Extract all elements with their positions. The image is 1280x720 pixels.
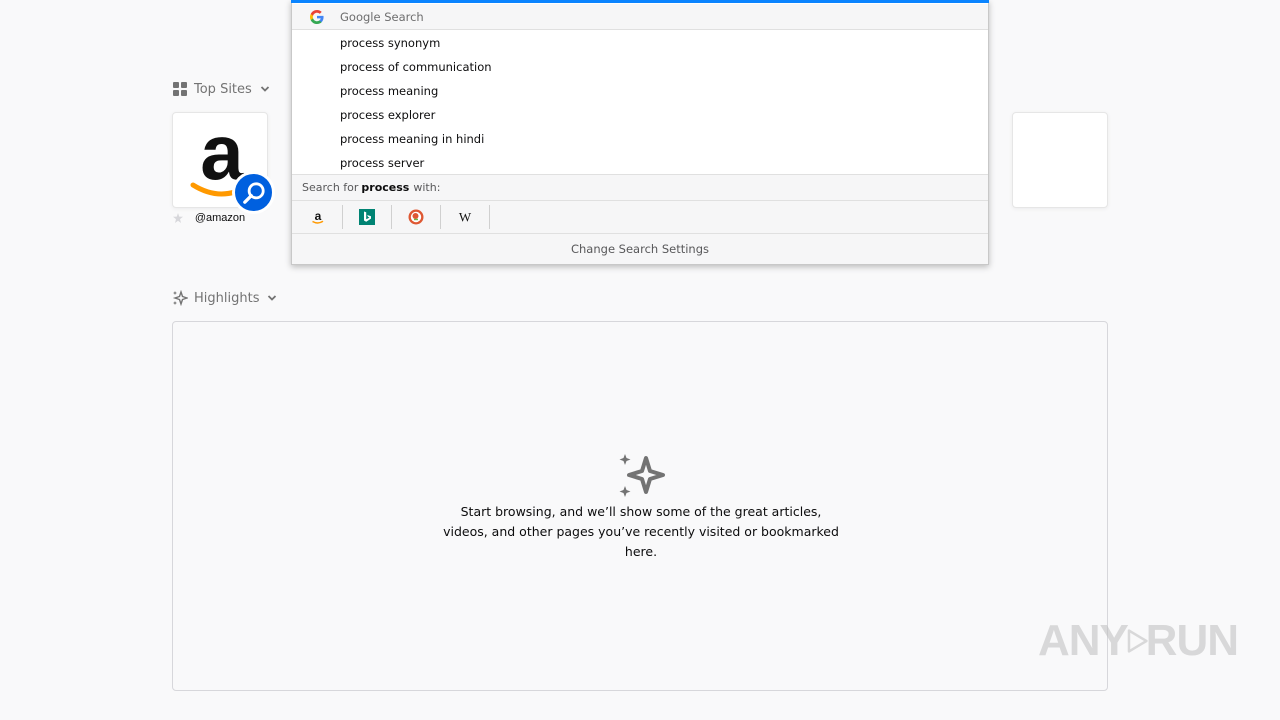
svg-text:W: W [459, 210, 472, 225]
watermark-text-right: RUN [1145, 616, 1239, 665]
svg-text:a: a [315, 209, 322, 223]
anyrun-watermark: ANY RUN [1038, 608, 1239, 674]
grid-icon [172, 81, 188, 97]
top-site-placeholder [1012, 112, 1108, 208]
google-icon [310, 10, 324, 24]
suggestions-heading-label: Google Search [340, 9, 424, 24]
suggestion-item[interactable]: process meaning [292, 79, 988, 103]
amazon-icon: a [312, 209, 324, 224]
highlights-sparkle-icon [172, 290, 188, 306]
sparkle-icon [619, 454, 665, 497]
suggestion-item[interactable]: process of communication [292, 55, 988, 79]
wikipedia-icon: W [459, 210, 472, 225]
one-off-search-engines: a W [292, 200, 988, 233]
chevron-down-icon [267, 293, 277, 303]
top-sites-header[interactable]: Top Sites [172, 81, 270, 97]
top-sites-title: Top Sites [194, 81, 252, 97]
suggestion-item[interactable]: process meaning in hindi [292, 127, 988, 151]
highlights-empty-message: Start browsing, and we’ll show some of t… [443, 504, 839, 559]
search-shortcut-badge-icon [232, 171, 275, 214]
change-search-settings-button[interactable]: Change Search Settings [292, 233, 988, 264]
engine-duckduckgo-button[interactable] [392, 205, 441, 229]
engine-wikipedia-button[interactable]: W [441, 205, 490, 229]
highlights-title: Highlights [194, 290, 260, 306]
highlights-header[interactable]: Highlights [172, 290, 277, 306]
search-for-prefix: Search for [302, 181, 359, 194]
highlights-empty-state: Start browsing, and we’ll show some of t… [172, 321, 1108, 691]
bing-icon [359, 209, 375, 225]
watermark-text-left: ANY [1038, 616, 1129, 665]
engine-bing-button[interactable] [343, 205, 392, 229]
engine-amazon-button[interactable]: a [294, 205, 343, 229]
search-for-suffix: with: [413, 181, 441, 194]
suggestion-item[interactable]: process synonym [292, 31, 988, 55]
suggestions-heading: Google Search [292, 4, 988, 30]
search-term: process [361, 181, 410, 194]
search-suggestions-dropdown: Google Search process synonym process of… [291, 0, 989, 265]
search-for-label: Search for process with: [292, 174, 988, 200]
top-site-label: @amazon [194, 212, 246, 224]
suggestion-item[interactable]: process server [292, 151, 988, 175]
suggestion-item[interactable]: process explorer [292, 103, 988, 127]
duckduckgo-icon [408, 209, 424, 225]
suggestion-list: process synonym process of communication… [292, 31, 988, 175]
chevron-down-icon [260, 84, 270, 94]
search-field-focus-ring [291, 0, 989, 3]
